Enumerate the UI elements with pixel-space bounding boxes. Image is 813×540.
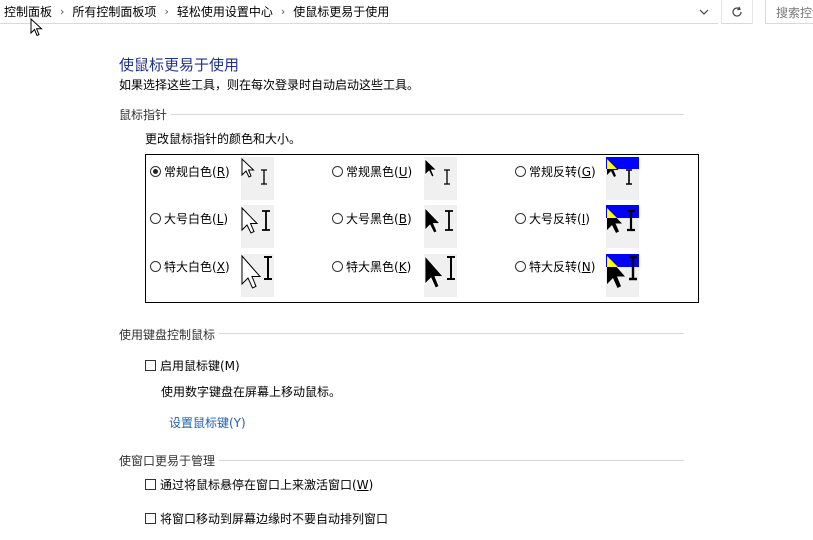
breadcrumb-current-page[interactable]: 使鼠标更易于使用	[293, 3, 389, 20]
breadcrumb-all-items[interactable]: 所有控制面板项	[72, 3, 156, 20]
radio-button[interactable]	[515, 166, 526, 177]
section-divider	[219, 333, 684, 334]
pointer-section-header: 鼠标指针	[119, 108, 168, 122]
regular-white-pointer-preview-icon	[241, 157, 274, 200]
section-divider	[219, 460, 684, 461]
scheme-label: 大号黑色(B)	[346, 212, 412, 226]
scheme-label: 特大反转(N)	[529, 260, 596, 274]
breadcrumb-control-panel[interactable]: 控制面板	[4, 3, 52, 20]
scheme-option-xlarge-white[interactable]: 特大白色(X)	[150, 258, 230, 275]
radio-button[interactable]	[332, 166, 343, 177]
section-divider	[171, 114, 684, 115]
radio-button[interactable]	[515, 261, 526, 272]
breadcrumb: 控制面板 › 所有控制面板项 › 轻松使用设置中心 › 使鼠标更易于使用	[4, 3, 389, 20]
breadcrumb-separator[interactable]: ›	[281, 5, 285, 18]
scheme-label: 大号白色(L)	[164, 212, 229, 226]
regular-inverted-pointer-preview-icon	[606, 157, 639, 200]
scheme-option-large-white[interactable]: 大号白色(L)	[150, 210, 228, 227]
radio-button[interactable]	[150, 166, 161, 177]
refresh-icon	[732, 6, 742, 17]
page-subtitle: 如果选择这些工具，则在每次登录时自动启动这些工具。	[119, 78, 420, 92]
scheme-label: 特大白色(X)	[164, 260, 230, 274]
address-bar[interactable]: 控制面板 › 所有控制面板项 › 轻松使用设置中心 › 使鼠标更易于使用	[0, 0, 718, 24]
scheme-option-large-black[interactable]: 大号黑色(B)	[332, 210, 412, 227]
scheme-option-regular-black[interactable]: 常规黑色(U)	[332, 163, 412, 180]
scheme-option-xlarge-black[interactable]: 特大黑色(K)	[332, 258, 411, 275]
scheme-label: 常规白色(R)	[164, 165, 230, 179]
navigation-bar: 控制面板 › 所有控制面板项 › 轻松使用设置中心 › 使鼠标更易于使用 搜索控…	[0, 0, 813, 24]
setup-mouse-keys-link[interactable]: 设置鼠标键(Y)	[169, 414, 246, 431]
breadcrumb-separator[interactable]: ›	[164, 5, 168, 18]
mouse-cursor-icon	[30, 18, 43, 37]
mouse-keys-description: 使用数字键盘在屏幕上移动鼠标。	[161, 385, 342, 399]
page-title: 使鼠标更易于使用	[119, 56, 240, 74]
hover-activate-checkbox[interactable]	[145, 479, 156, 490]
radio-button[interactable]	[332, 261, 343, 272]
large-black-pointer-preview-icon	[424, 205, 457, 248]
chevron-down-icon[interactable]	[690, 0, 718, 23]
scheme-option-regular-white[interactable]: 常规白色(R)	[150, 163, 230, 180]
scheme-option-xlarge-inverted[interactable]: 特大反转(N)	[515, 258, 595, 275]
pointer-scheme-group: 常规白色(R) 常规黑色(U) 常规反转(G) 大号白色(L) 大号黑色(B) …	[145, 154, 699, 303]
regular-black-pointer-preview-icon	[424, 157, 457, 200]
radio-button[interactable]	[332, 213, 343, 224]
scheme-label: 特大黑色(K)	[346, 260, 412, 274]
no-auto-arrange-label[interactable]: 将窗口移动到屏幕边缘时不要自动排列窗口	[160, 510, 388, 527]
breadcrumb-ease-of-access[interactable]: 轻松使用设置中心	[177, 3, 273, 20]
scheme-label: 常规反转(G)	[529, 165, 596, 179]
xlarge-black-pointer-preview-icon	[424, 254, 457, 297]
no-auto-arrange-checkbox[interactable]	[145, 513, 156, 524]
large-white-pointer-preview-icon	[241, 205, 274, 248]
scheme-label: 常规黑色(U)	[346, 165, 413, 179]
window-section-header: 使窗口更易于管理	[119, 454, 216, 468]
scheme-option-regular-inverted[interactable]: 常规反转(G)	[515, 163, 596, 180]
radio-button[interactable]	[150, 261, 161, 272]
breadcrumb-separator[interactable]: ›	[60, 5, 64, 18]
radio-button[interactable]	[515, 213, 526, 224]
radio-button[interactable]	[150, 213, 161, 224]
mouse-keys-checkbox[interactable]	[145, 360, 156, 371]
scheme-label: 大号反转(I)	[529, 212, 590, 226]
xlarge-white-pointer-preview-icon	[241, 254, 274, 297]
keyboard-section-header: 使用键盘控制鼠标	[119, 328, 216, 342]
search-input[interactable]: 搜索控制面板	[765, 0, 813, 24]
large-inverted-pointer-preview-icon	[606, 205, 639, 248]
refresh-button[interactable]	[721, 0, 753, 24]
xlarge-inverted-pointer-preview-icon	[606, 254, 639, 297]
mouse-keys-label[interactable]: 启用鼠标键(M)	[160, 357, 240, 374]
search-placeholder: 搜索控制面板	[776, 6, 813, 20]
pointer-section-description: 更改鼠标指针的颜色和大小。	[145, 132, 302, 146]
hover-activate-label[interactable]: 通过将鼠标悬停在窗口上来激活窗口(W)	[160, 476, 373, 493]
scheme-option-large-inverted[interactable]: 大号反转(I)	[515, 210, 590, 227]
